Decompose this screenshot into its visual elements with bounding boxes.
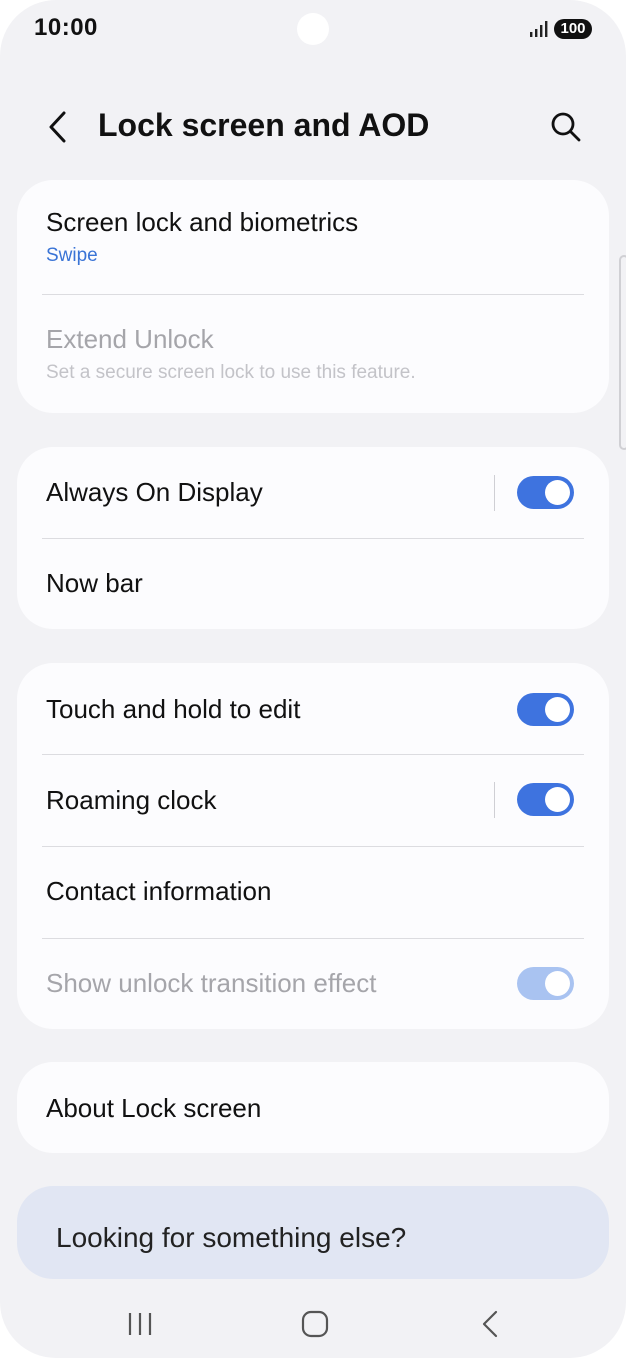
camera-cutout: [297, 13, 329, 45]
scroll-indicator[interactable]: [619, 255, 626, 450]
toggle-knob: [545, 971, 570, 996]
suggestion-card[interactable]: Looking for something else?: [17, 1186, 609, 1279]
navigation-bar: [0, 1290, 626, 1358]
back-button[interactable]: [38, 107, 78, 147]
search-icon: [551, 112, 581, 142]
recents-icon: [128, 1313, 152, 1335]
roaming-clock-row[interactable]: Roaming clock: [17, 754, 609, 846]
nav-back-button[interactable]: [470, 1304, 510, 1344]
toggle-separator: [494, 475, 495, 511]
battery-indicator: 100: [554, 19, 592, 39]
screen-lock-title: Screen lock and biometrics: [46, 207, 359, 237]
unlock-transition-title: Show unlock transition effect: [46, 968, 377, 998]
extend-unlock-title: Extend Unlock: [46, 324, 214, 354]
page-header: Lock screen and AOD: [0, 95, 626, 161]
toggle-knob: [545, 697, 570, 722]
extend-unlock-subtitle: Set a secure screen lock to use this fea…: [46, 362, 416, 383]
display-card: Always On Display Now bar: [17, 447, 609, 629]
contact-info-title: Contact information: [46, 876, 272, 906]
home-button[interactable]: [295, 1304, 335, 1344]
about-lock-screen-row[interactable]: About Lock screen: [17, 1062, 609, 1153]
toggle-separator: [494, 782, 495, 818]
roaming-clock-title: Roaming clock: [46, 785, 217, 815]
toggle-knob: [545, 480, 570, 505]
search-button[interactable]: [546, 107, 586, 147]
unlock-transition-row: Show unlock transition effect: [17, 938, 609, 1029]
always-on-display-toggle[interactable]: [517, 476, 574, 509]
now-bar-row[interactable]: Now bar: [17, 538, 609, 629]
touch-hold-title: Touch and hold to edit: [46, 694, 301, 724]
roaming-clock-toggle[interactable]: [517, 783, 574, 816]
toggle-knob: [545, 787, 570, 812]
always-on-display-title: Always On Display: [46, 477, 263, 507]
screen-lock-row[interactable]: Screen lock and biometrics Swipe: [17, 180, 609, 294]
contact-info-row[interactable]: Contact information: [17, 846, 609, 938]
touch-hold-row[interactable]: Touch and hold to edit: [17, 663, 609, 754]
back-icon: [482, 1310, 498, 1338]
home-icon: [301, 1310, 329, 1338]
about-card: About Lock screen: [17, 1062, 609, 1153]
now-bar-title: Now bar: [46, 568, 143, 598]
status-bar: 10:00 100: [0, 0, 626, 60]
extend-unlock-row: Extend Unlock Set a secure screen lock t…: [17, 294, 609, 412]
phone-screen: 10:00 100 Lock screen and AOD Screen loc…: [0, 0, 626, 1358]
signal-bars-icon: [530, 21, 548, 37]
recents-button[interactable]: [120, 1304, 160, 1344]
always-on-display-row[interactable]: Always On Display: [17, 447, 609, 538]
status-time: 10:00: [34, 14, 98, 41]
suggestion-text: Looking for something else?: [56, 1222, 407, 1253]
screen-lock-value: Swipe: [46, 245, 98, 266]
touch-hold-toggle[interactable]: [517, 693, 574, 726]
chevron-left-icon: [49, 111, 66, 143]
about-lock-screen-title: About Lock screen: [46, 1093, 262, 1123]
unlock-transition-toggle: [517, 967, 574, 1000]
security-card: Screen lock and biometrics Swipe Extend …: [17, 180, 609, 413]
lock-options-card: Touch and hold to edit Roaming clock Con…: [17, 663, 609, 1029]
page-title: Lock screen and AOD: [98, 107, 430, 143]
